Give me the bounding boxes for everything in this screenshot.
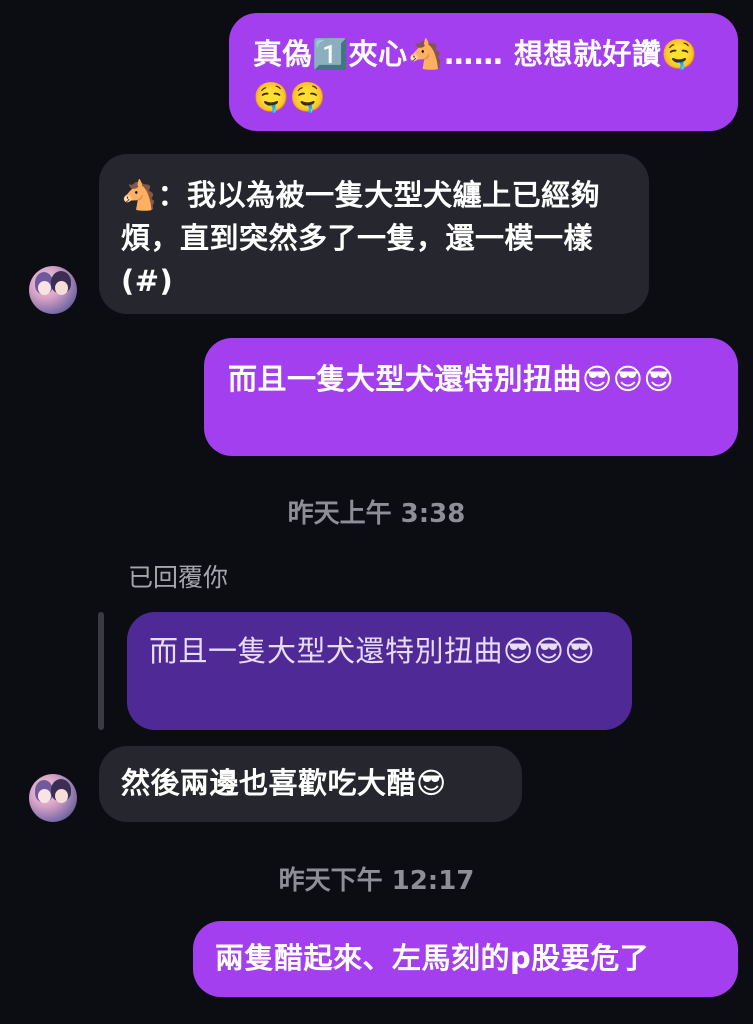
- timestamp: 昨天下午 12:17: [278, 866, 475, 896]
- message-text: 🐴：我以為被一隻大型犬纏上已經夠煩，直到突然多了一隻，還一模一樣 (#): [121, 178, 601, 298]
- message-text: 兩隻醋起來、左馬刻的p股要危了: [215, 941, 650, 975]
- message-text: 而且一隻大型犬還特別扭曲😎😎😎: [228, 362, 675, 396]
- reply-label: 已回覆你: [128, 563, 229, 592]
- avatar[interactable]: [29, 266, 77, 314]
- quoted-message-text: 而且一隻大型犬還特別扭曲😎😎😎: [149, 634, 596, 668]
- reply-quote-bar: [98, 612, 104, 730]
- timestamp: 昨天上午 3:38: [287, 499, 466, 529]
- message-text: 真偽1️⃣夾心🐴…… 想想就好讚🤤🤤🤤: [253, 37, 698, 114]
- avatar[interactable]: [29, 774, 77, 822]
- sent-message-bubble[interactable]: 真偽1️⃣夾心🐴…… 想想就好讚🤤🤤🤤: [229, 13, 738, 131]
- sent-message-bubble[interactable]: 而且一隻大型犬還特別扭曲😎😎😎: [204, 338, 738, 456]
- message-text: 然後兩邊也喜歡吃大醋😎: [121, 766, 447, 800]
- quoted-message-bubble[interactable]: 而且一隻大型犬還特別扭曲😎😎😎: [127, 612, 632, 730]
- received-message-bubble[interactable]: 🐴：我以為被一隻大型犬纏上已經夠煩，直到突然多了一隻，還一模一樣 (#): [99, 154, 649, 314]
- sent-message-bubble[interactable]: 兩隻醋起來、左馬刻的p股要危了: [193, 921, 738, 997]
- received-message-bubble[interactable]: 然後兩邊也喜歡吃大醋😎: [99, 746, 522, 822]
